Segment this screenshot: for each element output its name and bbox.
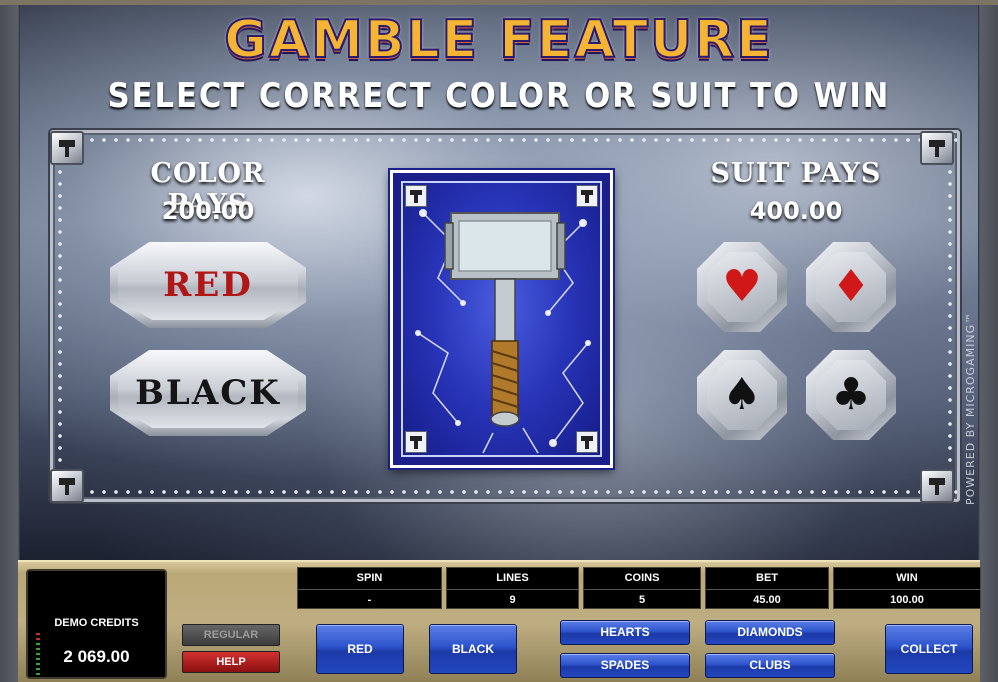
- red-gamble-button[interactable]: RED: [316, 624, 404, 674]
- panel-rivets-top: [53, 137, 957, 143]
- panel-rivets-bottom: [53, 489, 957, 495]
- bet-stat-value: 45.00: [753, 594, 781, 606]
- black-color-button[interactable]: BLACK: [110, 350, 306, 436]
- spades-gamble-button[interactable]: SPADES: [560, 653, 690, 678]
- coins-stat-label: COINS: [624, 572, 660, 584]
- spades-suit-button[interactable]: ♠: [697, 350, 787, 440]
- coins-stat-value: 5: [638, 594, 646, 606]
- color-pays-value: 200.00: [161, 197, 255, 225]
- bet-stat: BET 45.00: [705, 567, 829, 609]
- clubs-suit-button[interactable]: ♣: [806, 350, 896, 440]
- red-color-button-label: RED: [163, 265, 253, 305]
- panel-corner-hammer-icon: [50, 131, 84, 165]
- coins-stat: COINS 5: [583, 567, 701, 609]
- powered-by-microgaming: POWERED BY MICROGAMING™: [964, 311, 977, 505]
- game-stage: GAMBLE FEATURE SELECT CORRECT COLOR OR S…: [0, 0, 998, 682]
- spin-stat: SPIN -: [297, 567, 442, 609]
- stat-divider: [298, 589, 441, 590]
- card-corner-hammer-icon: [576, 185, 598, 207]
- lines-stat: LINES 9: [446, 567, 579, 609]
- win-stat: WIN 100.00: [833, 567, 981, 609]
- top-frame-bar: [0, 0, 998, 5]
- spin-stat-value: -: [367, 594, 372, 606]
- win-stat-value: 100.00: [890, 594, 924, 606]
- suit-pays-value: 400.00: [749, 197, 843, 225]
- diamond-icon: ♦: [831, 261, 871, 312]
- panel-corner-hammer-icon: [920, 469, 954, 503]
- heart-icon: ♥: [722, 261, 762, 312]
- clubs-gamble-button[interactable]: CLUBS: [705, 653, 835, 678]
- black-gamble-button[interactable]: BLACK: [429, 624, 517, 674]
- panel-corner-hammer-icon: [50, 469, 84, 503]
- diamonds-suit-button[interactable]: ♦: [806, 242, 896, 332]
- gamble-card-back: [390, 170, 613, 468]
- win-stat-label: WIN: [896, 572, 918, 584]
- card-corner-hammer-icon: [405, 185, 427, 207]
- card-corner-hammer-icon: [405, 431, 427, 453]
- credits-display: DEMO CREDITS 2 069.00: [26, 569, 167, 679]
- card-corner-hammer-icon: [576, 431, 598, 453]
- hammer-icon: [415, 209, 591, 454]
- red-color-button[interactable]: RED: [110, 242, 306, 328]
- lines-stat-value: 9: [509, 594, 516, 606]
- credits-label: DEMO CREDITS: [54, 617, 139, 629]
- panel-rivets-left: [57, 133, 63, 499]
- club-icon: ♣: [831, 369, 871, 420]
- spin-stat-label: SPIN: [356, 572, 383, 584]
- lines-stat-label: LINES: [496, 572, 529, 584]
- bottom-console: DEMO CREDITS 2 069.00 SPIN - LINES 9 COI…: [18, 560, 981, 682]
- stat-divider: [447, 589, 578, 590]
- spade-icon: ♠: [722, 369, 762, 420]
- diamonds-gamble-button[interactable]: DIAMONDS: [705, 620, 835, 645]
- hearts-suit-button[interactable]: ♥: [697, 242, 787, 332]
- credits-value: 2 069.00: [63, 647, 130, 666]
- panel-corner-hammer-icon: [920, 131, 954, 165]
- regular-button[interactable]: REGULAR: [182, 624, 280, 646]
- stat-divider: [584, 589, 700, 590]
- suit-pays-label: SUIT PAYS: [710, 158, 882, 189]
- stat-divider: [834, 589, 980, 590]
- gamble-instruction: SELECT CORRECT COLOR OR SUIT TO WIN: [107, 76, 891, 116]
- panel-rivets-right: [947, 133, 953, 499]
- collect-button[interactable]: COLLECT: [885, 624, 973, 674]
- black-color-button-label: BLACK: [135, 373, 281, 413]
- stat-divider: [706, 589, 828, 590]
- card-back-face: [401, 181, 602, 457]
- help-button[interactable]: HELP: [182, 651, 280, 673]
- hearts-gamble-button[interactable]: HEARTS: [560, 620, 690, 645]
- gamble-feature-title: GAMBLE FEATURE: [223, 9, 774, 71]
- bet-stat-label: BET: [756, 572, 778, 584]
